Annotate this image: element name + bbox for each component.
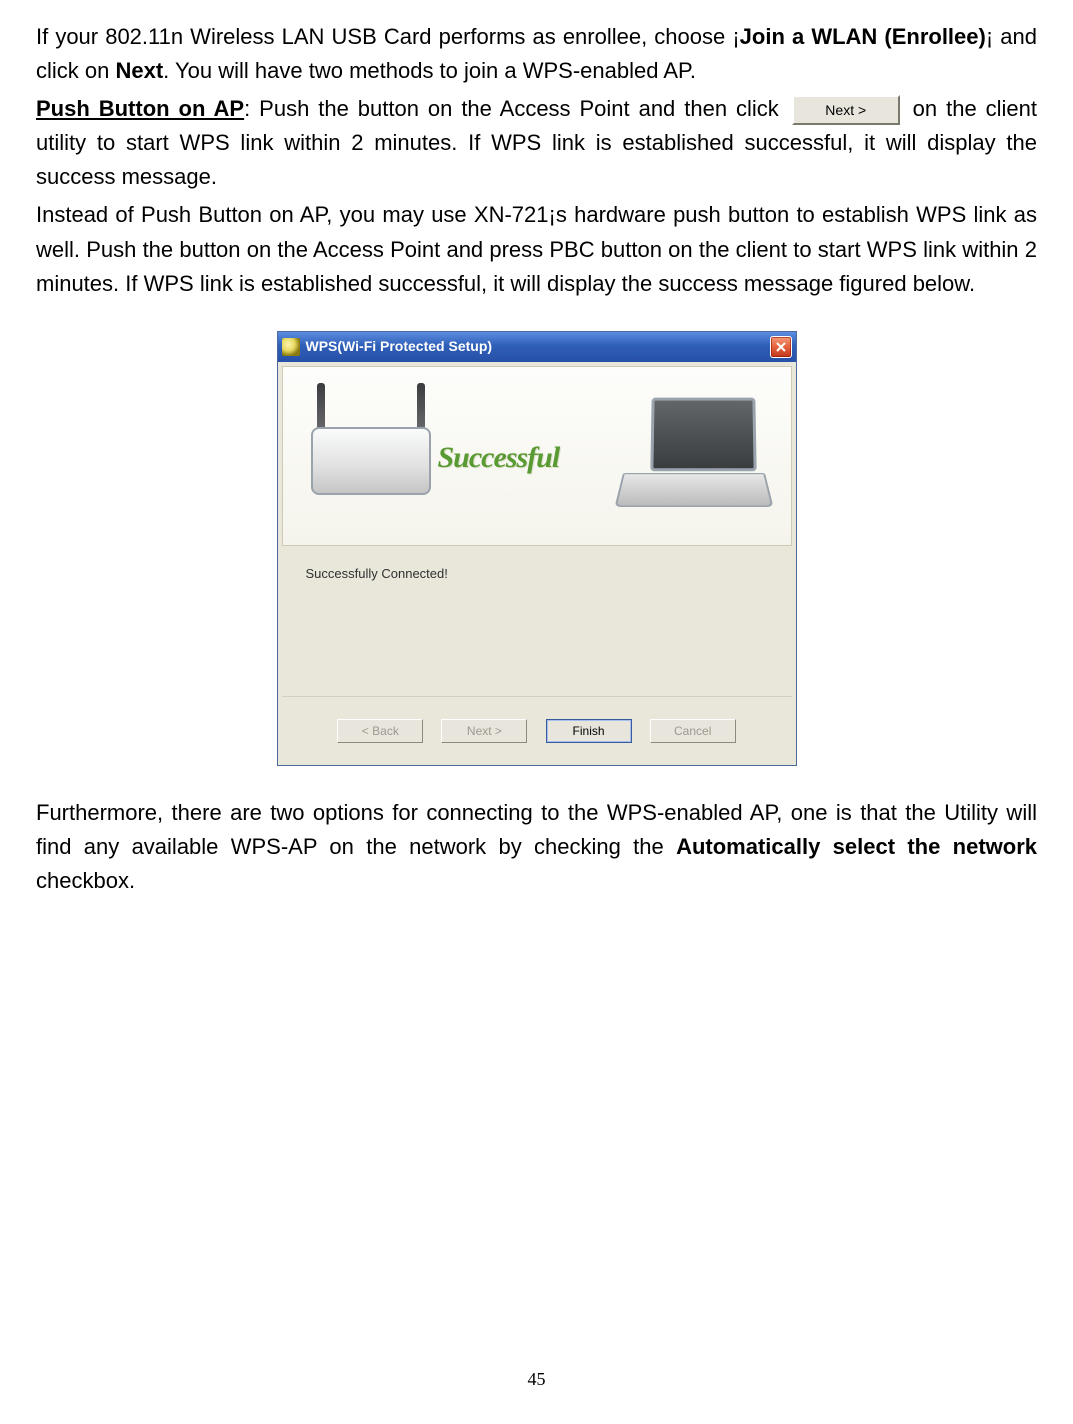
paragraph-3: Furthermore, there are two options for c… (36, 796, 1037, 898)
page-number: 45 (0, 1366, 1073, 1394)
paragraph-2: Push Button on AP: Push the button on th… (36, 92, 1037, 194)
para1-pre: If your 802.11n Wireless LAN USB Card pe… (36, 24, 740, 49)
para1-post: . You will have two methods to join a WP… (163, 58, 696, 83)
wps-illustration: Successful (282, 366, 792, 546)
app-icon (282, 338, 300, 356)
inline-next-button-image: Next > (792, 95, 900, 125)
close-icon (776, 342, 786, 352)
laptop-keyboard (614, 473, 773, 507)
para2-pre: : Push the button on the Access Point an… (244, 96, 788, 121)
para3-bold: Automatically select the network (676, 834, 1037, 859)
next-button[interactable]: Next > (441, 719, 527, 743)
paragraph-2b: Instead of Push Button on AP, you may us… (36, 198, 1037, 300)
wizard-buttons: < Back Next > Finish Cancel (282, 696, 792, 761)
dialog-title: WPS(Wi-Fi Protected Setup) (306, 336, 770, 358)
laptop-screen (650, 397, 756, 471)
back-button[interactable]: < Back (337, 719, 423, 743)
dialog-body: Successful Successfully Connected! < Bac… (278, 362, 796, 765)
para3-post: checkbox. (36, 868, 135, 893)
finish-button[interactable]: Finish (546, 719, 632, 743)
titlebar: WPS(Wi-Fi Protected Setup) (278, 332, 796, 362)
paragraph-1: If your 802.11n Wireless LAN USB Card pe… (36, 20, 1037, 88)
laptop-icon (611, 397, 771, 517)
push-button-heading: Push Button on AP (36, 96, 244, 121)
router-icon (311, 427, 431, 495)
wps-dialog-screenshot: WPS(Wi-Fi Protected Setup) Successful (277, 331, 797, 766)
para2-post2: Instead of Push Button on AP, you may us… (36, 202, 1037, 295)
close-button[interactable] (770, 336, 792, 358)
cancel-button[interactable]: Cancel (650, 719, 736, 743)
para1-bold1: Join a WLAN (Enrollee) (740, 24, 986, 49)
dialog-content: Successfully Connected! (282, 546, 792, 696)
para1-bold2: Next (115, 58, 163, 83)
wps-dialog: WPS(Wi-Fi Protected Setup) Successful (277, 331, 797, 766)
success-message: Successfully Connected! (306, 566, 448, 581)
successful-script: Successful (438, 435, 560, 482)
